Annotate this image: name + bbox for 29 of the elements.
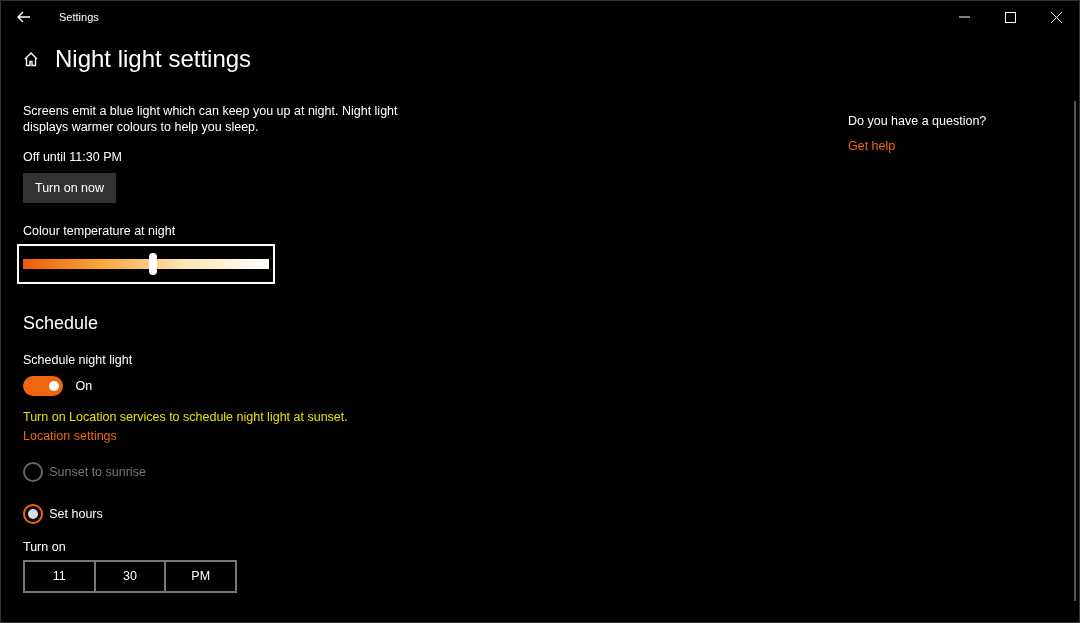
slider-label: Colour temperature at night [23, 223, 177, 240]
help-question: Do you have a question? [848, 113, 987, 130]
turn-on-now-button[interactable]: Turn on now [23, 172, 117, 204]
radio-button[interactable] [23, 503, 43, 524]
toggle-state: On [75, 377, 93, 395]
close-icon [1050, 11, 1062, 23]
radio-label: Sunset to sunrise [49, 463, 146, 481]
time-picker-segment[interactable]: 11 [25, 561, 96, 591]
description-text: Screens emit a blue light which can keep you up at night. Night light displays warmer colours to help you sleep. [23, 103, 399, 135]
toggle-switch[interactable] [23, 375, 63, 396]
window-title: Settings [59, 9, 99, 25]
minimize-icon [958, 16, 970, 18]
section-heading: Schedule [23, 311, 100, 335]
field-label: Turn on [23, 538, 67, 556]
radio-label: Set hours [49, 505, 103, 523]
time-picker-segment[interactable]: 30 [95, 561, 167, 591]
time-picker-segment[interactable]: PM [166, 561, 235, 591]
maximize-icon [1004, 11, 1016, 23]
back-arrow-icon [17, 11, 31, 23]
page-title: Night light settings [55, 44, 252, 74]
slider-thumb[interactable] [149, 252, 158, 275]
status-text: Off until 11:30 PM [23, 148, 123, 166]
location-settings-link[interactable]: Location settings [23, 429, 117, 444]
toggle-label: Schedule night light [23, 351, 134, 369]
color-temperature-slider[interactable] [17, 243, 275, 284]
scrollbar[interactable] [1074, 101, 1076, 601]
home-icon[interactable] [23, 51, 39, 67]
warning-text: Turn on Location services to schedule night light at sunset. [23, 409, 349, 427]
get-help-link[interactable]: Get help [848, 139, 896, 153]
